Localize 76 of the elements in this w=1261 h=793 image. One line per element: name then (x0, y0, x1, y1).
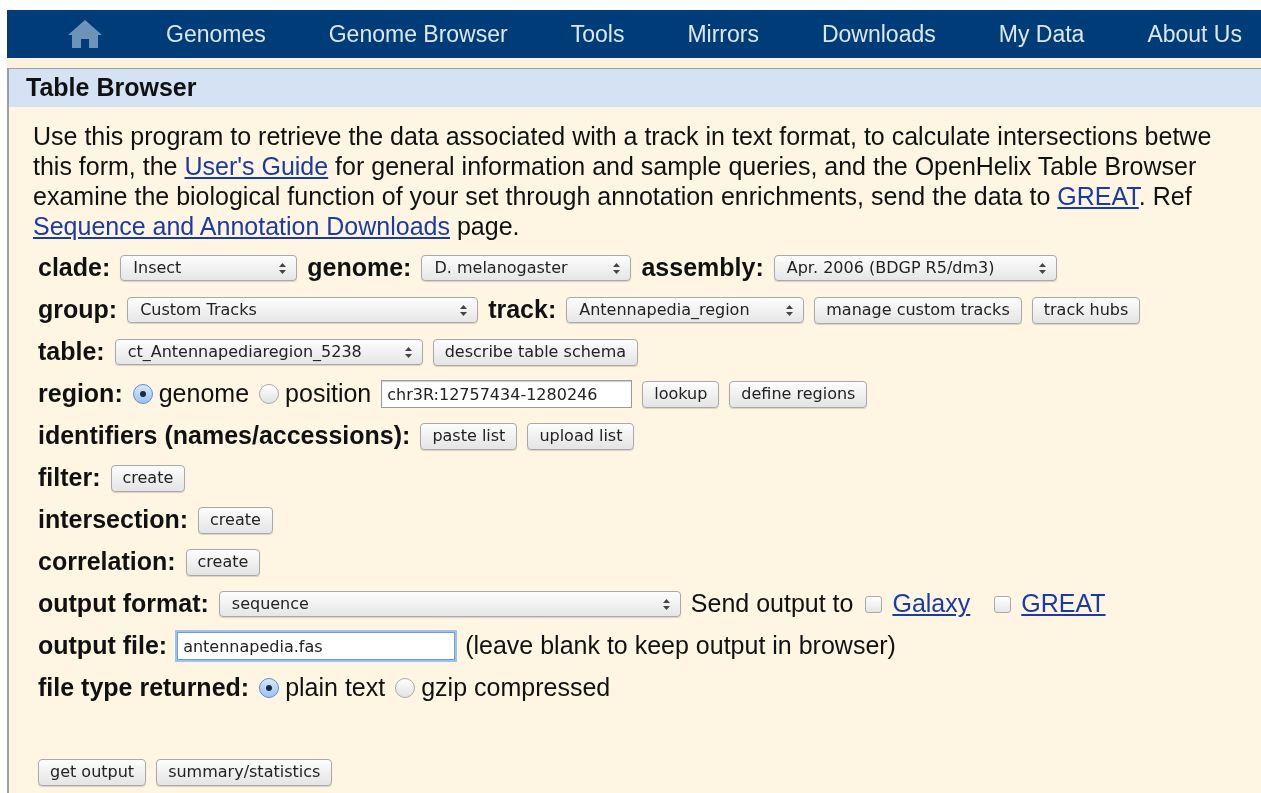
field-label: track: (488, 294, 557, 326)
field-label: correlation: (38, 546, 176, 578)
dropdown[interactable]: sequence (218, 591, 681, 617)
home-icon[interactable] (67, 19, 103, 49)
nav-link[interactable]: Downloads (821, 16, 936, 52)
dropdown-value: Apr. 2006 (BDGP R5/dm3) (786, 257, 995, 279)
form-button[interactable]: manage custom tracks (814, 296, 1022, 324)
form-button[interactable]: create (185, 548, 261, 576)
updown-arrows-icon (662, 598, 670, 610)
field-label: file type returned: (38, 672, 250, 704)
radio-label: position (285, 378, 372, 410)
output-target-link[interactable]: Galaxy (892, 585, 971, 623)
dropdown[interactable]: Custom Tracks (127, 297, 479, 323)
form-button[interactable]: get output (38, 758, 147, 786)
radio-button[interactable] (395, 678, 416, 698)
dropdown-value: Antennapedia_region (579, 299, 750, 321)
dropdown-value: D. melanogaster (434, 257, 568, 279)
dropdown[interactable]: ct_Antennapediaregion_5238 (114, 339, 423, 365)
dropdown[interactable]: Antennapedia_region (566, 297, 805, 323)
updown-arrows-icon (279, 262, 287, 274)
radio-button[interactable] (132, 384, 153, 404)
dropdown[interactable]: Apr. 2006 (BDGP R5/dm3) (773, 255, 1057, 281)
dropdown[interactable]: Insect (120, 255, 298, 281)
field-label: clade: (38, 252, 111, 284)
nav-link[interactable]: Mirrors (687, 16, 759, 52)
intro-link[interactable]: User's Guide (184, 152, 329, 180)
nav-link[interactable]: Tools (570, 16, 625, 52)
form-button[interactable]: create (110, 464, 186, 492)
text-field[interactable]: antennapedia.fas (177, 632, 456, 660)
updown-arrows-icon (404, 346, 412, 358)
intro-link[interactable]: GREAT (1057, 182, 1139, 210)
radio-button[interactable] (259, 678, 280, 698)
field-label: intersection: (38, 504, 189, 536)
field-label: assembly: (641, 252, 764, 284)
checkbox[interactable] (865, 595, 883, 613)
form-button[interactable]: summary/statistics (156, 758, 333, 786)
updown-arrows-icon (613, 262, 621, 274)
page-title: Table Browser (26, 72, 197, 104)
radio-label: genome (158, 378, 250, 410)
form-button[interactable]: define regions (729, 380, 868, 408)
form-button[interactable]: upload list (527, 422, 635, 450)
dropdown-value: ct_Antennapediaregion_5238 (127, 341, 362, 363)
checkbox[interactable] (994, 595, 1012, 613)
field-label: group: (38, 294, 118, 326)
nav-link[interactable]: Genomes (166, 16, 266, 52)
output-target-link[interactable]: GREAT (1021, 585, 1106, 623)
form-button[interactable]: lookup (642, 380, 720, 408)
dropdown[interactable]: D. melanogaster (421, 255, 632, 281)
field-label: genome: (307, 252, 412, 284)
form-button[interactable]: create (198, 506, 273, 534)
dropdown-value: Insect (133, 257, 182, 279)
field-label: output format: (38, 588, 209, 620)
text-field[interactable]: chr3R:12757434-1280246 (381, 380, 633, 408)
field-label: region: (38, 378, 123, 410)
form-button[interactable]: track hubs (1031, 296, 1141, 324)
radio-label: plain text (285, 672, 386, 704)
field-note: Send output to (690, 588, 854, 620)
nav-link[interactable]: Genome Browser (328, 16, 508, 52)
form-button[interactable]: describe table schema (432, 338, 639, 366)
updown-arrows-icon (1038, 262, 1046, 274)
updown-arrows-icon (460, 304, 468, 316)
field-label: filter: (38, 462, 101, 494)
radio-label: gzip compressed (421, 672, 611, 704)
field-label: identifiers (names/accessions): (38, 420, 411, 452)
nav-link[interactable]: About Us (1147, 16, 1242, 52)
dropdown-value: sequence (231, 593, 309, 615)
form-button[interactable]: paste list (420, 422, 518, 450)
field-label: output file: (38, 630, 168, 662)
updown-arrows-icon (786, 304, 794, 316)
field-label: table: (38, 336, 105, 368)
field-note: (leave blank to keep output in browser) (465, 630, 896, 662)
radio-button[interactable] (259, 384, 280, 404)
nav-link[interactable]: My Data (998, 16, 1085, 52)
dropdown-value: Custom Tracks (140, 299, 257, 321)
intro-paragraph: Use this program to retrieve the data associated with a track in text format, to calculate intersections betwe this form, the User's Guide for general information and sample queries, and the OpenHelix Table Browser examine the biological function of your set through annotation enrichments, send the data to GREAT. Ref Sequence and Annotation Downloads page. (32, 121, 1213, 241)
intro-link[interactable]: Sequence and Annotation Downloads (33, 212, 450, 240)
